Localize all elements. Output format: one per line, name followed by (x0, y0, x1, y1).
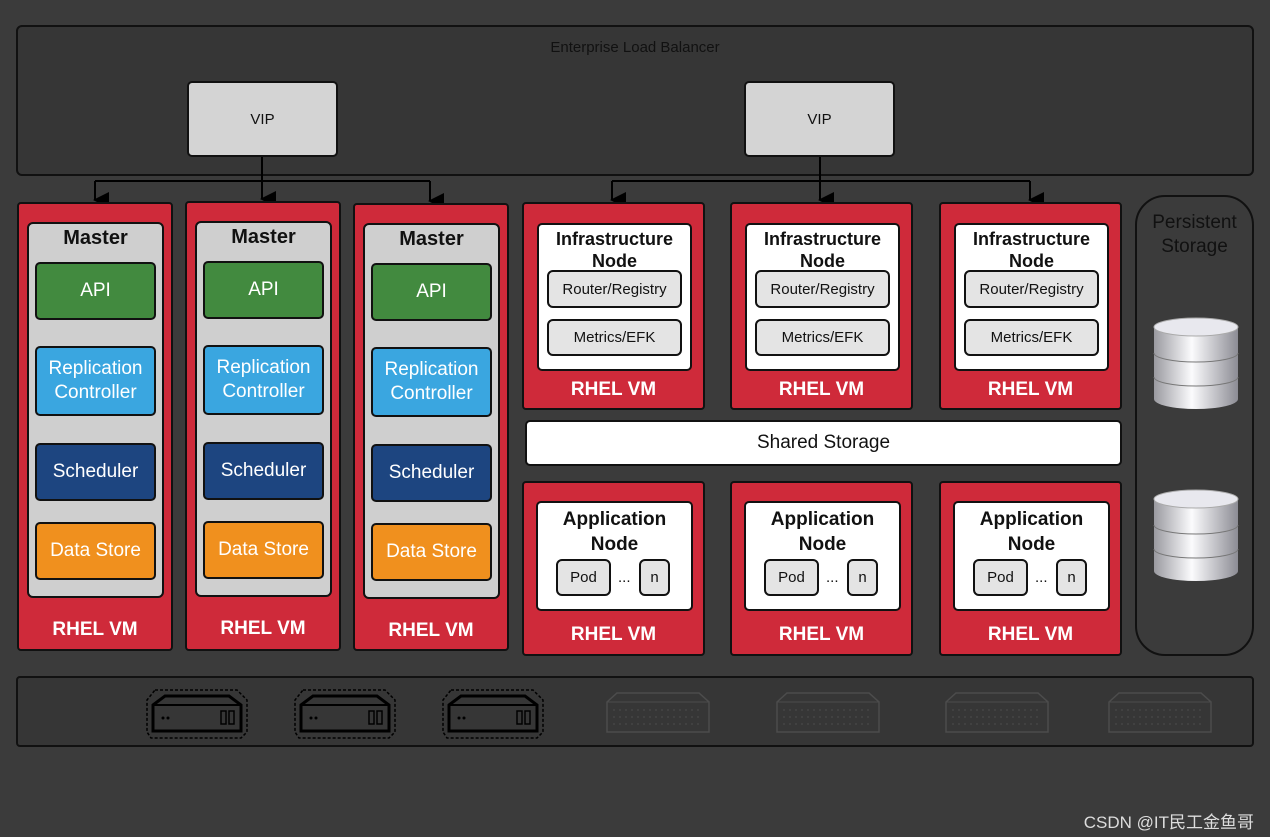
database-icon (1153, 489, 1239, 581)
rhel-vm-label: RHEL VM (778, 624, 865, 645)
router-registry: Router/Registry (547, 270, 682, 308)
master-title: Master (231, 226, 296, 248)
ellipsis: ... (826, 569, 839, 586)
master-title: Master (63, 227, 128, 249)
pod-box: Pod (973, 559, 1028, 596)
master-node: Master API Replication Controller Schedule… (363, 223, 500, 599)
infrastructure-node: Infrastructure Node Router/Registry Metr… (745, 223, 900, 371)
server-icon (442, 689, 544, 739)
router-registry: Router/Registry (964, 270, 1099, 308)
component-data-store: Data Store (203, 521, 324, 579)
infra-rhel-vm: Infrastructure Node Router/Registry Metr… (730, 202, 913, 410)
inactive-server-icon (1108, 692, 1212, 733)
infrastructure-node: Infrastructure Node Router/Registry Metr… (537, 223, 692, 371)
persistent-storage-title: Persistent Storage (1152, 212, 1237, 257)
rhel-vm-label: RHEL VM (220, 618, 306, 639)
component-scheduler: Scheduler (35, 443, 156, 501)
app-node-title: Application Node (770, 509, 875, 555)
component-api: API (35, 262, 156, 320)
component-api: API (203, 261, 324, 319)
component-scheduler: Scheduler (371, 444, 492, 502)
master-rhel-vm: Master API Replication Controller Schedule… (353, 203, 509, 651)
metrics-efk: Metrics/EFK (547, 319, 682, 356)
server-icon (146, 689, 248, 739)
rhel-vm-label: RHEL VM (570, 379, 657, 400)
inactive-server-icon (776, 692, 880, 733)
infra-rhel-vm: Infrastructure Node Router/Registry Metr… (522, 202, 705, 410)
component-replication-controller: Replication Controller (203, 345, 324, 415)
component-data-store: Data Store (371, 523, 492, 581)
component-api: API (371, 263, 492, 321)
database-icon (1153, 317, 1239, 409)
component-replication-controller: Replication Controller (35, 346, 156, 416)
metrics-efk: Metrics/EFK (755, 319, 890, 356)
component-replication-controller: Replication Controller (371, 347, 492, 417)
pod-n-box: n (1056, 559, 1087, 596)
infra-node-title: Infrastructure Node (972, 229, 1091, 271)
ellipsis: ... (1035, 569, 1048, 586)
pod-box: Pod (556, 559, 611, 596)
metrics-efk: Metrics/EFK (964, 319, 1099, 356)
master-title: Master (399, 228, 464, 250)
pod-n-box: n (847, 559, 878, 596)
master-rhel-vm: Master API Replication Controller Schedule… (185, 201, 341, 651)
router-registry: Router/Registry (755, 270, 890, 308)
application-node: Application Node Pod ... n (953, 501, 1110, 611)
persistent-storage: Persistent Storage (1135, 195, 1254, 656)
component-data-store: Data Store (35, 522, 156, 580)
rhel-vm-label: RHEL VM (388, 620, 474, 641)
rhel-vm-label: RHEL VM (987, 624, 1074, 645)
inactive-server-icon (945, 692, 1049, 733)
server-icon (294, 689, 396, 739)
app-node-title: Application Node (979, 509, 1084, 555)
infra-node-title: Infrastructure Node (555, 229, 674, 271)
component-scheduler: Scheduler (203, 442, 324, 500)
watermark: CSDN @IT民工金鱼哥 (1083, 813, 1254, 832)
rhel-vm-label: RHEL VM (570, 624, 657, 645)
app-rhel-vm: Application Node Pod ... n RHEL VM (939, 481, 1122, 656)
infra-node-title: Infrastructure Node (763, 229, 882, 271)
master-rhel-vm: Master API Replication Controller Schedule… (17, 202, 173, 651)
app-rhel-vm: Application Node Pod ... n RHEL VM (730, 481, 913, 656)
infra-rhel-vm: Infrastructure Node Router/Registry Metr… (939, 202, 1122, 410)
ellipsis: ... (618, 569, 631, 586)
shared-storage: Shared Storage (525, 420, 1122, 466)
master-node: Master API Replication Controller Schedule… (195, 221, 332, 597)
application-node: Application Node Pod ... n (536, 501, 693, 611)
app-rhel-vm: Application Node Pod ... n RHEL VM (522, 481, 705, 656)
rhel-vm-label: RHEL VM (52, 619, 138, 640)
rhel-vm-label: RHEL VM (778, 379, 865, 400)
master-node: Master API Replication Controller Schedule… (27, 222, 164, 598)
app-node-title: Application Node (562, 509, 667, 555)
pod-n-box: n (639, 559, 670, 596)
inactive-server-icon (606, 692, 710, 733)
application-node: Application Node Pod ... n (744, 501, 901, 611)
rhel-vm-label: RHEL VM (987, 379, 1074, 400)
pod-box: Pod (764, 559, 819, 596)
infrastructure-node: Infrastructure Node Router/Registry Metr… (954, 223, 1109, 371)
